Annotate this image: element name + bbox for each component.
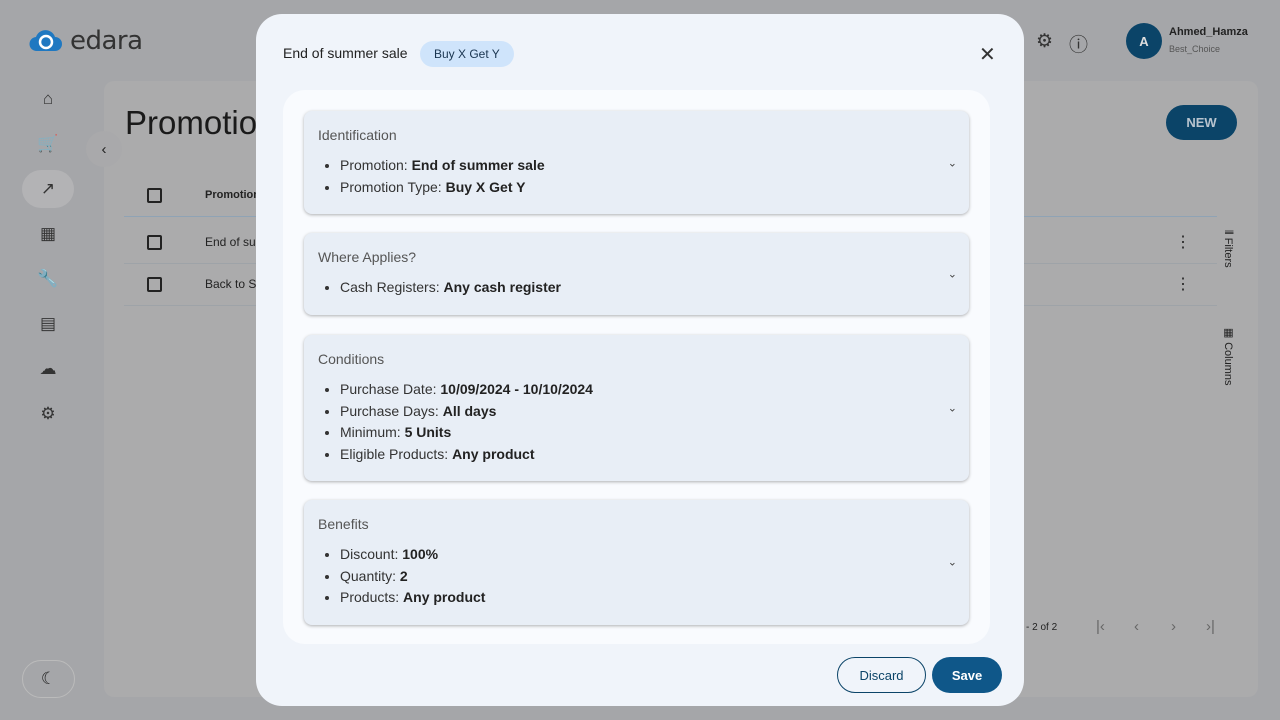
item-label: Cash Registers: [340, 279, 444, 295]
sidebar-item-4[interactable]: 🔧 [22, 260, 74, 298]
list-item: Eligible Products: Any product [340, 444, 955, 466]
help-icon[interactable]: ⓘ [1069, 30, 1088, 57]
section-where-applies-[interactable]: Where Applies? Cash Registers: Any cash r… [304, 233, 969, 315]
cloud-logo-icon [29, 30, 63, 52]
list-item: Minimum: 5 Units [340, 422, 955, 444]
item-value: Buy X Get Y [445, 178, 526, 195]
settings-icon[interactable]: ⚙ [1036, 30, 1053, 57]
list-item: Promotion: End of summer sale [340, 155, 955, 177]
more-icon[interactable]: ⋮ [1175, 274, 1191, 294]
chevron-down-icon[interactable]: ⌄ [948, 156, 957, 169]
item-value: Any product [403, 589, 486, 605]
item-value: 100% [402, 546, 439, 562]
section-list: Purchase Date: 10/09/2024 - 10/10/2024Pu… [340, 379, 955, 465]
new-button[interactable]: NEW [1166, 105, 1237, 140]
item-label: Minimum: [340, 424, 405, 440]
select-all-checkbox[interactable] [147, 187, 162, 203]
more-icon[interactable]: ⋮ [1175, 232, 1191, 252]
receipt-icon: ▤ [39, 314, 57, 333]
first-page-icon[interactable]: |‹ [1096, 618, 1105, 635]
section-list: Cash Registers: Any cash register [340, 277, 955, 299]
sidebar-item-3[interactable]: ▦ [22, 215, 74, 253]
section-title: Where Applies? [318, 249, 417, 265]
item-label: Purchase Date: [340, 381, 441, 397]
sidebar-item-1[interactable]: 🛒 [22, 125, 74, 163]
item-value: All days [442, 402, 497, 419]
last-page-icon[interactable]: ›| [1206, 618, 1215, 635]
item-label: Eligible Products: [340, 445, 453, 462]
item-value: 2 [399, 567, 408, 584]
discard-button[interactable]: Discard [837, 657, 926, 693]
list-item: Discount: 100% [340, 544, 955, 566]
item-label: Promotion Type: [340, 178, 446, 195]
edara-logo[interactable]: edara [28, 26, 143, 56]
item-value: End of summer sale [411, 157, 545, 173]
row-checkbox[interactable] [147, 276, 162, 292]
list-item: Purchase Date: 10/09/2024 - 10/10/2024 [340, 379, 955, 401]
item-value: 5 Units [404, 424, 452, 440]
filters-tab[interactable]: ⫴ Filters [1222, 230, 1234, 268]
sidebar-item-5[interactable]: ▤ [22, 305, 74, 343]
pagination-text: - 2 of 2 [1026, 622, 1058, 633]
building-icon: ▦ [39, 224, 57, 243]
section-benefits[interactable]: BenefitsDiscount: 100%Quantity: 2Product… [304, 500, 969, 625]
chevron-left-icon: ‹ [101, 140, 107, 158]
avatar[interactable]: A [1126, 23, 1162, 59]
section-title: Benefits [318, 516, 369, 532]
next-page-icon[interactable]: › [1171, 618, 1176, 635]
item-label: Quantity: [340, 567, 400, 584]
filters-label: Filters [1222, 237, 1234, 268]
sidebar-item-7[interactable]: ⚙ [22, 395, 74, 433]
promotion-dialog: End of summer sale Buy X Get Y ✕ Identif… [256, 14, 1024, 706]
promotion-type-chip: Buy X Get Y [420, 41, 514, 67]
chevron-down-icon[interactable]: ⌄ [948, 556, 957, 569]
columns-label: Columns [1222, 342, 1234, 386]
prev-page-icon[interactable]: ‹ [1134, 618, 1139, 635]
item-value: Any product [452, 445, 535, 462]
chevron-down-icon[interactable]: ⌄ [948, 402, 957, 415]
logo-text: edara [70, 26, 143, 56]
cloud-icon: ☁ [39, 359, 57, 378]
list-item: Quantity: 2 [340, 566, 955, 588]
section-list: Discount: 100%Quantity: 2Products: Any p… [340, 544, 955, 609]
list-item: Products: Any product [340, 587, 955, 609]
item-value: 10/09/2024 - 10/10/2024 [440, 381, 593, 397]
home-icon: ⌂ [42, 89, 54, 108]
list-item: Purchase Days: All days [340, 401, 955, 423]
list-item: Cash Registers: Any cash register [340, 277, 955, 299]
sidebar-item-2[interactable]: ↗ [22, 170, 74, 208]
summary-container: Identification Promotion: End of summer s… [283, 90, 990, 644]
user-name: Ahmed_Hamza [1169, 26, 1248, 38]
section-title: Identification [318, 127, 397, 143]
pagination: - 2 of 2 |‹ ‹ › ›| [1026, 618, 1215, 635]
list-item: Promotion Type: Buy X Get Y [340, 177, 955, 199]
save-button[interactable]: Save [932, 657, 1002, 693]
sidebar-nav: ⌂ 🛒 ↗ ▦ 🔧 ▤ ☁ ⚙ [22, 80, 74, 440]
settings-icon: ⚙ [40, 404, 56, 423]
item-label: Products: [340, 589, 404, 605]
dialog-title: End of summer sale [283, 45, 408, 61]
item-value: Any cash register [443, 279, 561, 295]
column-header-promotion[interactable]: Promotion [205, 189, 260, 201]
section-list: Promotion: End of summer salePromotion T… [340, 155, 955, 198]
user-company: Best_Choice [1169, 44, 1221, 54]
sidebar-item-6[interactable]: ☁ [22, 350, 74, 388]
dark-mode-toggle[interactable]: ☾ [22, 660, 75, 698]
item-label: Discount: [340, 546, 403, 562]
trending-up-icon: ↗ [40, 179, 56, 198]
section-title: Conditions [318, 351, 385, 367]
columns-tab[interactable]: ▦ Columns [1222, 326, 1235, 385]
cart-icon: 🛒 [37, 134, 59, 153]
collapse-sidebar-button[interactable]: ‹ [86, 131, 122, 167]
row-checkbox[interactable] [147, 234, 162, 250]
moon-icon: ☾ [40, 669, 57, 688]
wrench-icon: 🔧 [37, 269, 59, 288]
sidebar-item-0[interactable]: ⌂ [22, 80, 74, 118]
section-identification[interactable]: Identification Promotion: End of summer s… [304, 111, 969, 214]
chevron-down-icon[interactable]: ⌄ [948, 267, 957, 280]
close-icon[interactable]: ✕ [979, 42, 996, 67]
section-conditions[interactable]: Conditions Purchase Date: 10/09/2024 - 10… [304, 335, 969, 481]
item-label: Purchase Days: [340, 402, 443, 419]
item-label: Promotion: [340, 157, 412, 173]
